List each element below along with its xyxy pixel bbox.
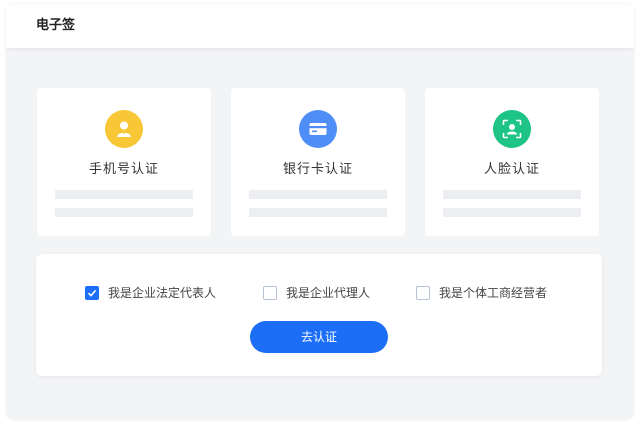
option-label: 我是企业法定代表人 — [108, 286, 217, 300]
placeholder-bar — [55, 190, 193, 199]
placeholder-bar — [249, 190, 387, 199]
card-label: 手机号认证 — [88, 162, 159, 177]
card-label: 人脸认证 — [483, 162, 540, 177]
card-label: 银行卡认证 — [282, 162, 353, 177]
option-label: 我是个体工商经营者 — [439, 286, 548, 300]
header: 电子签 — [6, 4, 634, 48]
checkbox[interactable] — [416, 286, 430, 300]
page-title: 电子签 — [36, 18, 76, 33]
card-phone-verify[interactable]: 手机号认证 — [37, 88, 211, 236]
user-badge-icon — [105, 110, 143, 148]
card-bank-verify[interactable]: 银行卡认证 — [231, 88, 405, 236]
option-label: 我是企业代理人 — [286, 286, 371, 300]
identity-options-panel: 我是企业法定代表人 我是企业代理人 我是个体工商经营者 去认证 — [36, 254, 602, 376]
placeholder-bar — [249, 208, 387, 217]
checkbox[interactable] — [263, 286, 277, 300]
placeholder-bar — [55, 208, 193, 217]
face-scan-icon — [493, 110, 531, 148]
placeholder-bar — [443, 208, 581, 217]
checkbox-checked[interactable] — [85, 286, 99, 300]
placeholder-bar — [443, 190, 581, 199]
bank-card-icon — [299, 110, 337, 148]
card-face-verify[interactable]: 人脸认证 — [425, 88, 599, 236]
verify-button[interactable]: 去认证 — [250, 321, 388, 353]
app-frame: 电子签 手机号认证 银行卡认证 人脸认证 我是企业法定代表人 我是企业代理人 我… — [6, 4, 634, 420]
